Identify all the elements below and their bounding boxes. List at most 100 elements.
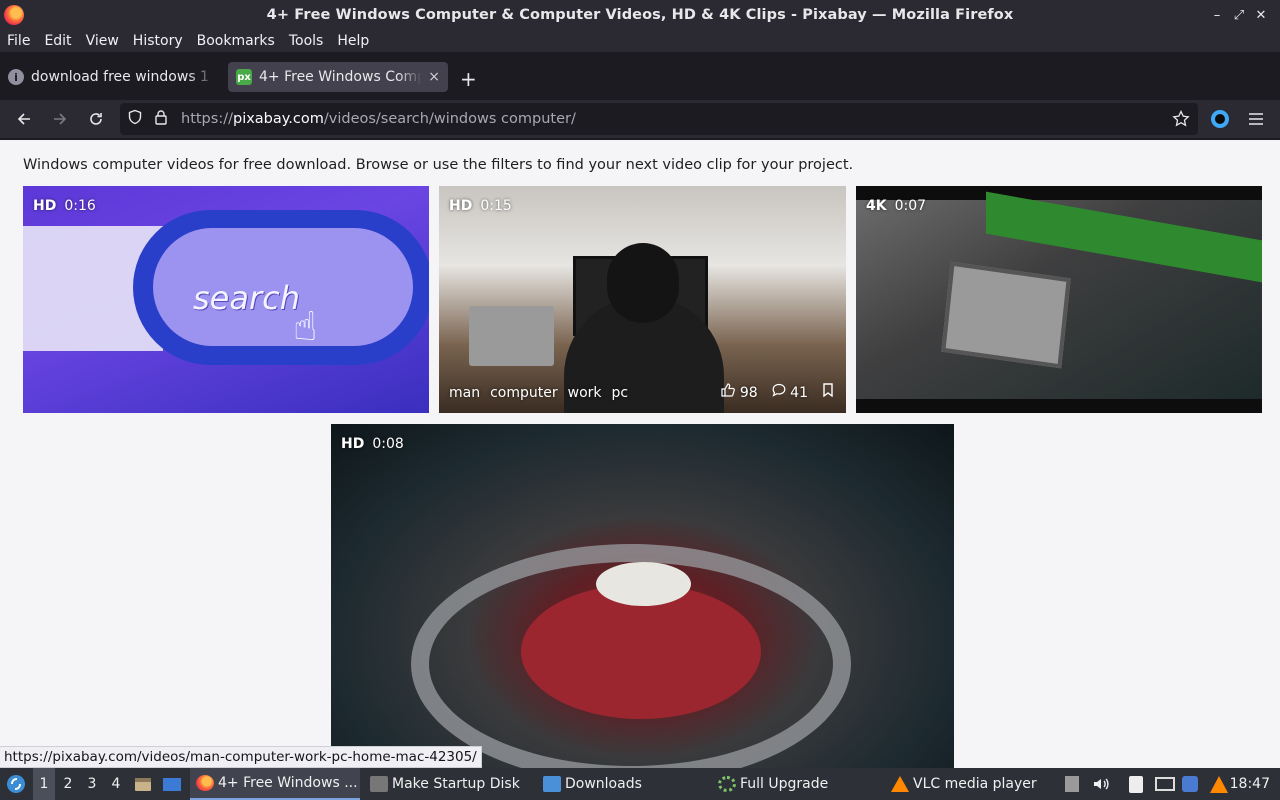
task-vlc[interactable]: VLC media player [891, 768, 1037, 800]
start-menu-icon[interactable] [4, 768, 28, 800]
tab-bar: i download free windows 1 px 4+ Free Win… [0, 54, 1280, 100]
video-badge: HD 0:16 [33, 198, 96, 214]
menu-history[interactable]: History [133, 33, 183, 49]
tag-link[interactable]: man [449, 385, 480, 401]
tracking-shield-icon[interactable] [127, 109, 143, 129]
video-card-motherboard[interactable]: 4K 0:07 [856, 186, 1262, 413]
network-icon[interactable] [1155, 768, 1175, 800]
save-bookmark-icon[interactable] [822, 383, 834, 401]
task-downloads[interactable]: Downloads [543, 768, 642, 800]
new-tab-button[interactable]: + [460, 67, 477, 91]
menu-tools[interactable]: Tools [289, 33, 324, 49]
task-label: 4+ Free Windows ... [218, 775, 358, 791]
url-scheme: https:// [181, 111, 233, 127]
lock-icon[interactable] [154, 109, 168, 129]
firefox-icon [196, 775, 214, 791]
window-controls: – ⤢ ✕ [1206, 6, 1272, 24]
info-icon: i [8, 69, 24, 85]
tag-link[interactable]: pc [612, 385, 629, 401]
page-intro-text: Windows computer videos for free downloa… [23, 157, 854, 173]
tag-link[interactable]: work [568, 385, 602, 401]
video-card-search[interactable]: search ☝ HD 0:16 [23, 186, 429, 413]
usb-disk-icon [370, 776, 388, 792]
tab-pixabay-active[interactable]: px 4+ Free Windows Compu × [228, 62, 448, 92]
url-path: /videos/search/windows computer/ [323, 111, 576, 127]
firefox-logo-icon [4, 5, 24, 25]
bookmark-star-icon[interactable] [1169, 108, 1193, 130]
tab-download-free-windows[interactable]: i download free windows 1 [0, 62, 224, 92]
window-title: 4+ Free Windows Computer & Computer Vide… [266, 7, 1014, 23]
task-label: Downloads [565, 776, 642, 792]
menu-view[interactable]: View [86, 33, 119, 49]
folder-icon [543, 776, 561, 792]
video-tags: man computer work pc [449, 385, 628, 401]
thumbnail-cpu [941, 261, 1071, 369]
task-full-upgrade[interactable]: Full Upgrade [718, 768, 828, 800]
duration: 0:08 [372, 436, 404, 452]
taskbar: 1 2 3 4 4+ Free Windows ... Make Startup… [0, 768, 1280, 800]
clipboard-icon[interactable] [1129, 768, 1143, 800]
task-make-startup-disk[interactable]: Make Startup Disk [370, 768, 520, 800]
workspace-2[interactable]: 2 [57, 768, 79, 800]
url-host: pixabay.com [232, 111, 324, 127]
video-badge: 4K 0:07 [866, 198, 926, 214]
page-content: Windows computer videos for free downloa… [0, 140, 1280, 768]
workspace-4[interactable]: 4 [105, 768, 127, 800]
hand-cursor-icon: ☝ [293, 304, 318, 350]
pixabay-icon: px [236, 69, 252, 85]
update-notifier-icon[interactable] [1182, 768, 1198, 800]
task-firefox[interactable]: 4+ Free Windows ... [190, 768, 360, 800]
vlc-tray-icon[interactable] [1210, 768, 1228, 800]
maximize-button[interactable]: ⤢ [1228, 6, 1250, 24]
comment-button[interactable]: 41 [772, 383, 808, 401]
url-text[interactable]: https://pixabay.com/videos/search/window… [181, 111, 576, 127]
tab-close-icon[interactable]: × [428, 69, 440, 85]
file-manager-launcher-icon[interactable] [134, 768, 152, 800]
thumbnail-image [856, 191, 1262, 399]
menu-bookmarks[interactable]: Bookmarks [197, 33, 275, 49]
forward-arrow-icon[interactable] [48, 108, 72, 130]
minimize-button[interactable]: – [1206, 6, 1228, 24]
back-arrow-icon[interactable] [12, 108, 36, 130]
clock: 18:47 [1229, 776, 1270, 792]
tab-label: 4+ Free Windows Compu [259, 69, 423, 85]
account-icon[interactable] [1208, 108, 1232, 130]
quality-badge: HD [449, 198, 473, 214]
video-card-man-computer[interactable]: HD 0:15 man computer work pc 98 41 [439, 186, 846, 413]
duration: 0:07 [894, 198, 927, 214]
hamburger-menu-icon[interactable] [1244, 108, 1268, 130]
tag-link[interactable]: computer [490, 385, 558, 401]
quality-badge: HD [33, 198, 57, 214]
menu-file[interactable]: File [7, 33, 30, 49]
quality-badge: 4K [866, 198, 887, 214]
close-window-button[interactable]: ✕ [1250, 6, 1272, 24]
menu-edit[interactable]: Edit [44, 33, 71, 49]
tab-label: download free windows 1 [31, 69, 209, 85]
thumbnail-head [607, 243, 679, 323]
thumbs-up-icon [721, 383, 736, 397]
show-desktop-icon[interactable] [162, 768, 182, 800]
video-card-cpu-fan[interactable]: HD 0:08 [331, 424, 954, 768]
reload-icon[interactable] [84, 108, 108, 130]
comment-icon [772, 383, 786, 397]
comment-count: 41 [790, 385, 808, 401]
workspace-3[interactable]: 3 [81, 768, 103, 800]
menu-bar: File Edit View History Bookmarks Tools H… [0, 30, 1280, 52]
tray-storage-icon[interactable] [1065, 768, 1079, 800]
link-status-url: https://pixabay.com/videos/man-computer-… [0, 746, 482, 768]
navigation-toolbar: https://pixabay.com/videos/search/window… [0, 100, 1280, 138]
video-badge: HD 0:08 [341, 436, 404, 452]
like-count: 98 [739, 385, 758, 401]
gear-icon [718, 776, 736, 792]
window-titlebar: 4+ Free Windows Computer & Computer Vide… [0, 0, 1280, 30]
menu-help[interactable]: Help [337, 33, 369, 49]
thumbnail-fan-hub [596, 562, 691, 606]
address-bar[interactable]: https://pixabay.com/videos/search/window… [120, 103, 1198, 135]
like-button[interactable]: 98 [721, 383, 758, 401]
thumbnail-laptop [469, 306, 554, 366]
vlc-icon [891, 776, 909, 792]
task-label: Make Startup Disk [392, 776, 520, 792]
workspace-1[interactable]: 1 [33, 768, 55, 800]
duration: 0:16 [64, 198, 96, 214]
volume-icon[interactable] [1092, 768, 1110, 800]
